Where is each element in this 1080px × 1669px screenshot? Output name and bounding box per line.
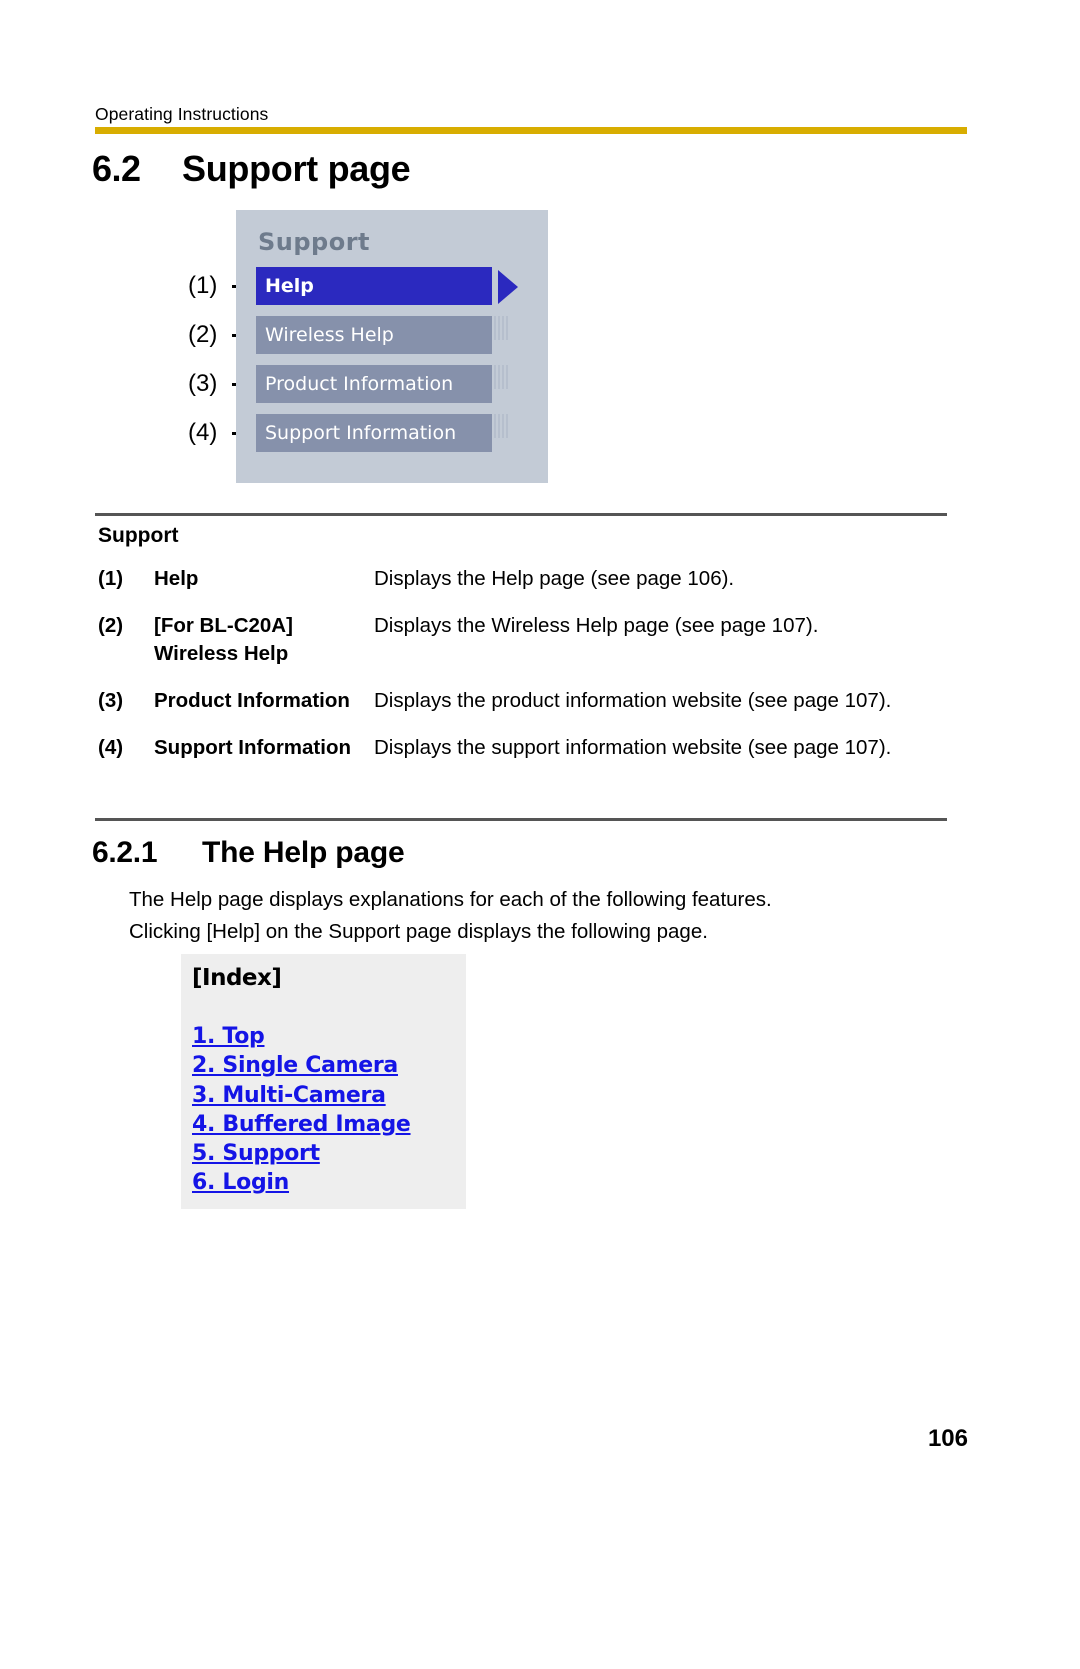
subsection-heading: 6.2.1 The Help page	[92, 836, 405, 870]
menu-item-product-information[interactable]: Product Information	[256, 365, 492, 403]
section-heading: 6.2 Support page	[92, 148, 411, 190]
support-menu-list: Help Wireless Help Product Information S…	[256, 267, 492, 463]
scroll-ghost-2	[494, 365, 508, 389]
body-line-2: Clicking [Help] on the Support page disp…	[129, 920, 708, 944]
menu-item-support-information-label: Support Information	[265, 422, 457, 444]
table-row: (2) [For BL-C20A] Wireless Help Displays…	[98, 612, 948, 687]
callout-4: (4)	[188, 419, 218, 446]
table-top-rule	[95, 513, 947, 516]
row-label: [For BL-C20A] Wireless Help	[154, 614, 293, 665]
index-link-multi-camera[interactable]: 3. Multi-Camera	[192, 1081, 411, 1110]
document-page: Operating Instructions 6.2 Support page …	[0, 0, 1080, 1669]
selection-arrow-icon	[498, 270, 518, 304]
header-rule	[95, 127, 967, 134]
row-description: Displays the Help page (see page 106).	[374, 567, 735, 590]
callout-3: (3)	[188, 370, 218, 397]
row-number: (3)	[98, 688, 124, 712]
callout-1: (1)	[188, 272, 218, 299]
support-menu-screenshot: Support Help Wireless Help Product Infor…	[236, 210, 548, 483]
index-link-support[interactable]: 5. Support	[192, 1139, 411, 1168]
table-row: (3) Product Information Displays the pro…	[98, 687, 948, 734]
row-description: Displays the Wireless Help page (see pag…	[374, 614, 819, 638]
section-title: Support page	[182, 148, 411, 189]
index-link-list: 1. Top 2. Single Camera 3. Multi-Camera …	[192, 1022, 411, 1198]
scroll-ghost-3	[494, 414, 508, 438]
menu-item-wireless-help-label: Wireless Help	[265, 324, 394, 346]
index-link-top[interactable]: 1. Top	[192, 1022, 411, 1051]
menu-item-help-label: Help	[265, 275, 314, 297]
running-header: Operating Instructions	[95, 104, 269, 124]
page-number: 106	[927, 1425, 968, 1452]
row-label: Help	[154, 567, 199, 590]
help-index-screenshot: [Index] 1. Top 2. Single Camera 3. Multi…	[181, 954, 466, 1209]
menu-item-product-information-label: Product Information	[265, 373, 454, 395]
callout-2: (2)	[188, 321, 218, 348]
row-number: (1)	[98, 567, 124, 590]
row-number: (2)	[98, 614, 124, 638]
support-figure-title: Support	[258, 228, 371, 256]
menu-item-support-information[interactable]: Support Information	[256, 414, 492, 452]
section-number: 6.2	[92, 148, 141, 189]
subsection-title: The Help page	[202, 836, 405, 869]
row-description: Displays the support information website…	[374, 736, 892, 759]
index-link-buffered-image[interactable]: 4. Buffered Image	[192, 1110, 411, 1139]
table-row: (1) Help Displays the Help page (see pag…	[98, 565, 948, 612]
table-bottom-rule	[95, 818, 947, 821]
scroll-ghost-1	[494, 316, 508, 340]
row-number: (4)	[98, 736, 124, 759]
index-figure-title: [Index]	[192, 965, 282, 991]
row-description: Displays the product information website…	[374, 688, 892, 712]
index-link-login[interactable]: 6. Login	[192, 1168, 411, 1197]
support-description-table: (1) Help Displays the Help page (see pag…	[98, 565, 948, 781]
menu-item-help[interactable]: Help	[256, 267, 492, 305]
row-label: Support Information	[154, 736, 352, 759]
index-link-single-camera[interactable]: 2. Single Camera	[192, 1051, 411, 1080]
menu-item-wireless-help[interactable]: Wireless Help	[256, 316, 492, 354]
subsection-number: 6.2.1	[92, 836, 158, 869]
table-caption: Support	[98, 524, 179, 547]
subsection-body: The Help page displays explanations for …	[129, 884, 949, 948]
table-row: (4) Support Information Displays the sup…	[98, 734, 948, 781]
row-label: Product Information	[154, 688, 350, 712]
body-line-1: The Help page displays explanations for …	[129, 888, 772, 911]
